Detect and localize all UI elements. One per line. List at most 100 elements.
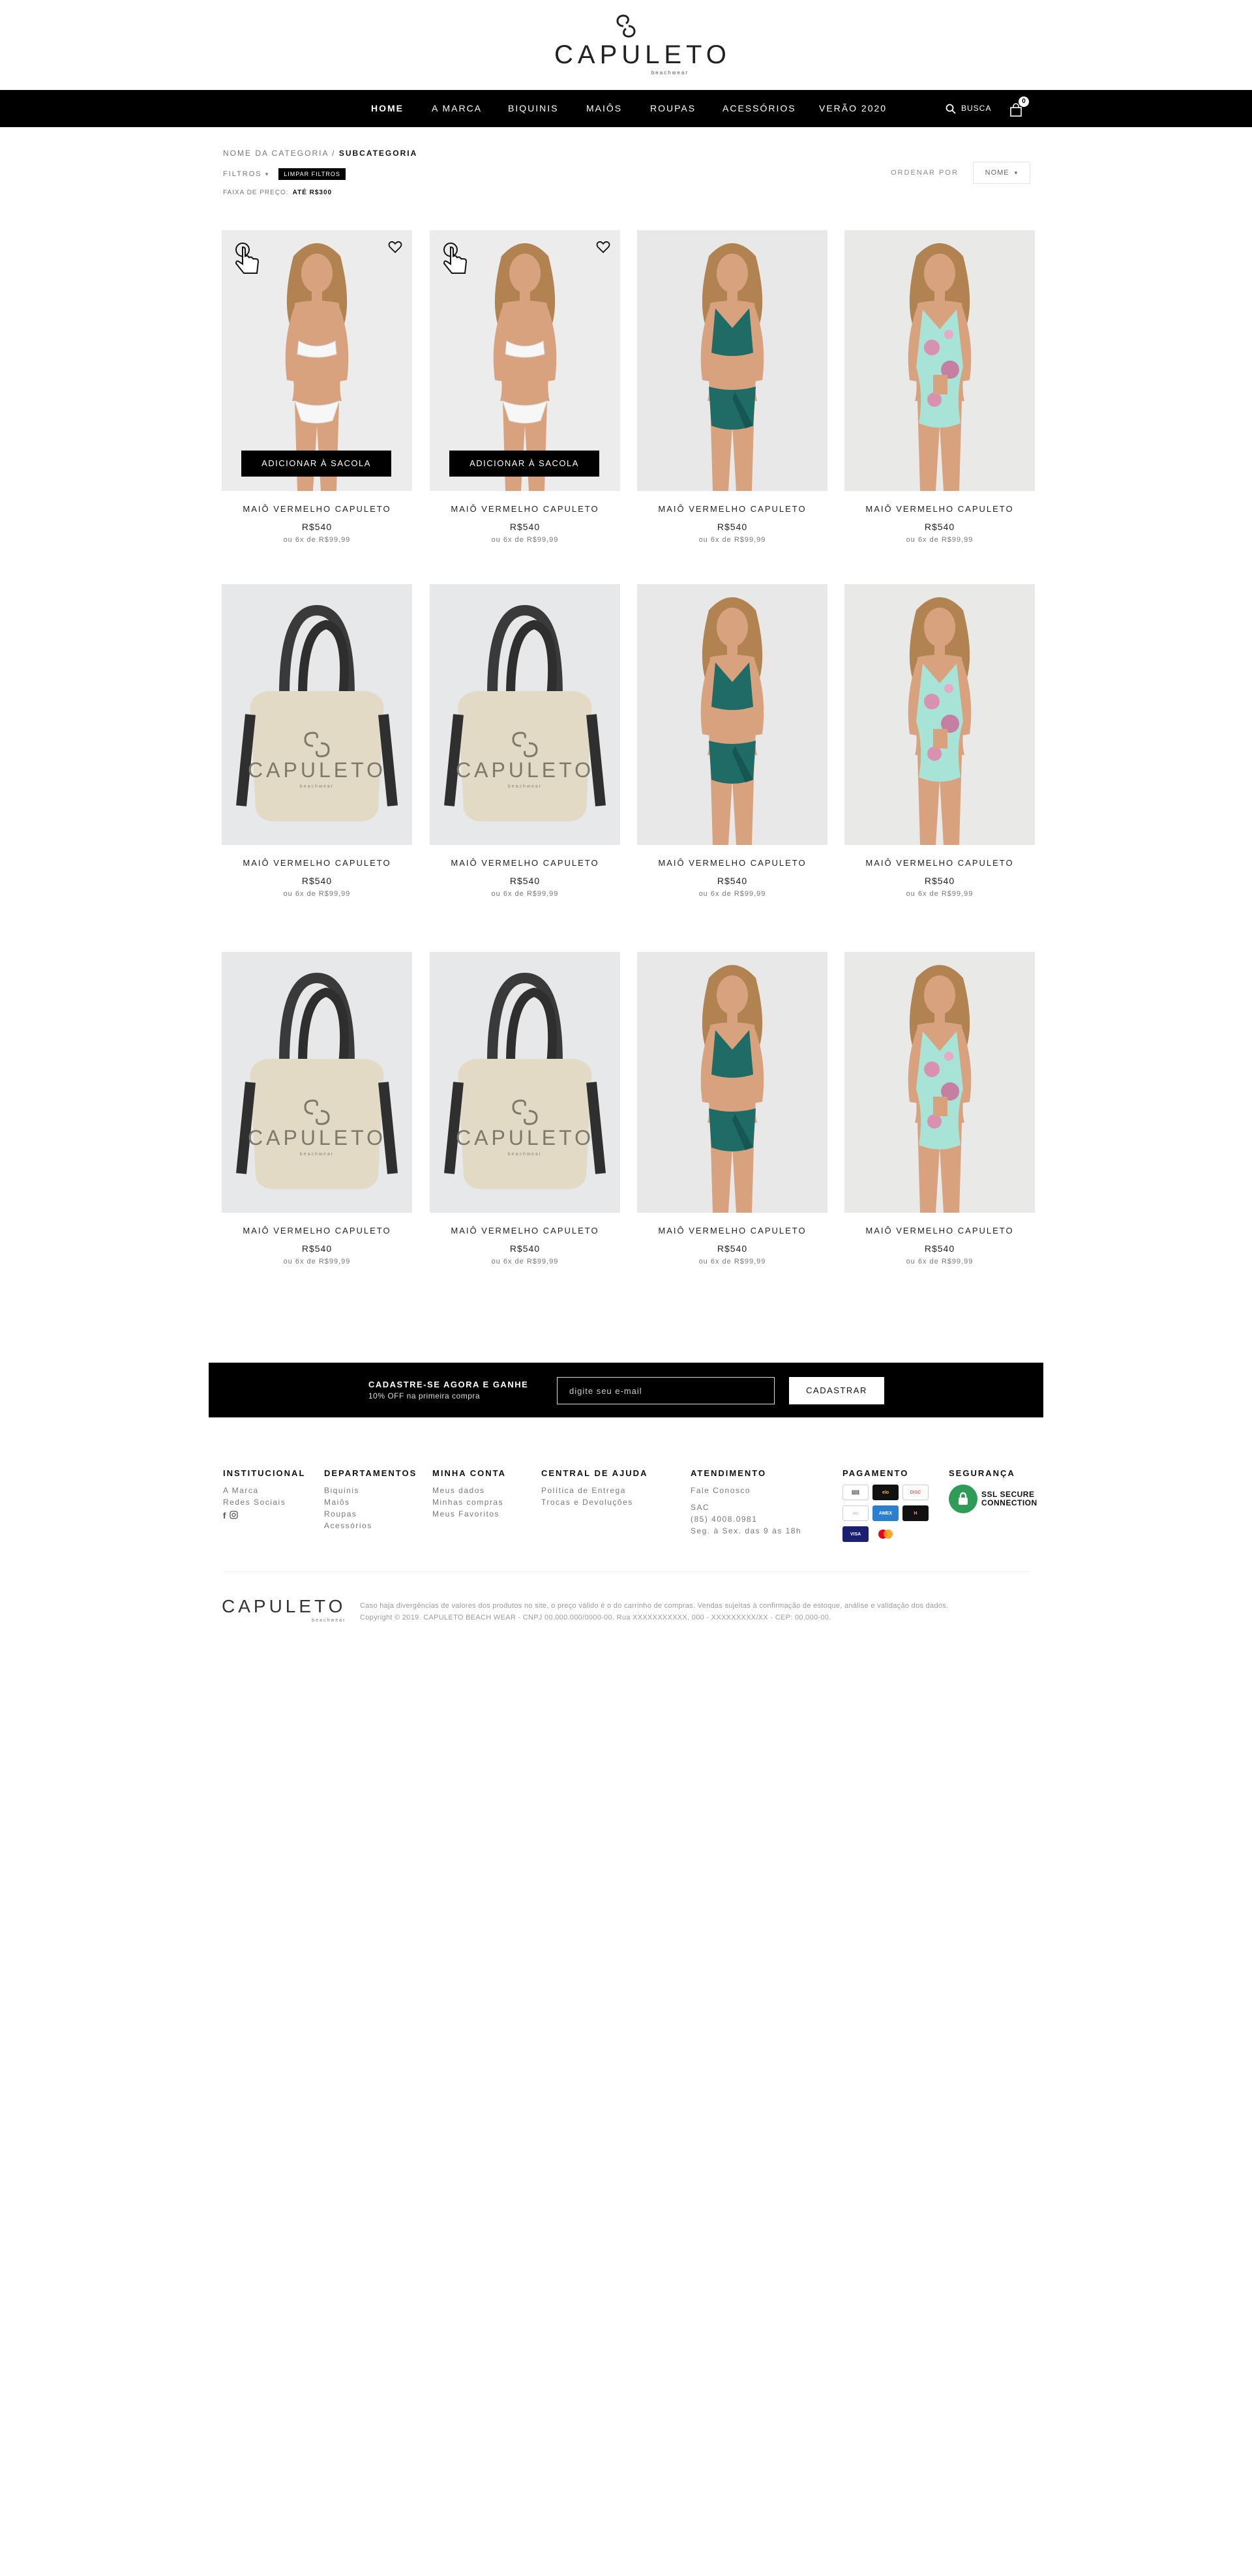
newsletter-email-input[interactable]: [557, 1377, 775, 1404]
product-image[interactable]: [637, 230, 827, 491]
legal-line-2: Copyright © 2019. CAPULETO BEACH WEAR - …: [360, 1614, 831, 1621]
product-card[interactable]: ADICIONAR À SACOLA MAIÔ VERMELHO CAPULETO…: [222, 230, 412, 544]
product-name[interactable]: MAIÔ VERMELHO CAPULETO: [844, 504, 1035, 514]
legal-notice: Caso haja divergências de valores dos pr…: [360, 1600, 949, 1623]
shopping-bag-button[interactable]: 0: [1009, 96, 1029, 117]
bag-count-badge: 0: [1019, 96, 1029, 107]
footer-central-ajuda: CENTRAL DE AJUDA Política de Entrega Tro…: [541, 1468, 648, 1508]
breadcrumb-current: SUBCATEGORIA: [338, 149, 418, 158]
nav-item-biquinis[interactable]: BIQUINIS: [508, 90, 558, 127]
product-image[interactable]: [844, 584, 1035, 845]
search-button[interactable]: BUSCA: [946, 90, 991, 127]
product-image[interactable]: CAPULETO beachwear: [222, 952, 412, 1213]
favorite-heart-icon[interactable]: [387, 239, 403, 255]
product-name[interactable]: MAIÔ VERMELHO CAPULETO: [430, 1226, 620, 1236]
product-card[interactable]: MAIÔ VERMELHO CAPULETO R$540 ou 6x de R$99…: [637, 584, 827, 898]
product-name[interactable]: MAIÔ VERMELHO CAPULETO: [222, 1226, 412, 1236]
footer-logo[interactable]: CAPULETO beachwear: [222, 1596, 346, 1623]
product-image[interactable]: CAPULETO beachwear: [430, 952, 620, 1213]
add-to-bag-button[interactable]: ADICIONAR À SACOLA: [449, 451, 599, 477]
svg-text:beachwear: beachwear: [508, 784, 542, 789]
product-card[interactable]: MAIÔ VERMELHO CAPULETO R$540 ou 6x de R$99…: [844, 584, 1035, 898]
boleto-icon: ||||||: [842, 1485, 869, 1500]
footer-departamentos: DEPARTAMENTOS Biquinis Maiôs Roupas Aces…: [324, 1468, 417, 1532]
product-price: R$540: [301, 876, 333, 886]
product-card[interactable]: MAIÔ VERMELHO CAPULETO R$540 ou 6x de R$99…: [844, 230, 1035, 544]
product-card[interactable]: CAPULETO beachwear MAIÔ VERMELHO CAPULETO R…: [222, 952, 412, 1266]
newsletter-submit-button[interactable]: CADASTRAR: [789, 1377, 884, 1404]
footer-link-meus-favoritos[interactable]: Meus Favoritos: [432, 1508, 506, 1520]
product-image[interactable]: [637, 952, 827, 1213]
svg-text:CAPULETO: CAPULETO: [248, 1126, 386, 1149]
product-name[interactable]: MAIÔ VERMELHO CAPULETO: [430, 858, 620, 868]
brand-logo[interactable]: CAPULETO beachwear: [554, 13, 731, 78]
breadcrumb-parent[interactable]: NOME DA CATEGORIA /: [223, 149, 335, 158]
product-card[interactable]: MAIÔ VERMELHO CAPULETO R$540 ou 6x de R$99…: [844, 952, 1035, 1266]
nav-item-maios[interactable]: MAIÔS: [586, 90, 622, 127]
product-name[interactable]: MAIÔ VERMELHO CAPULETO: [222, 504, 412, 514]
footer-link-politica-entrega[interactable]: Política de Entrega: [541, 1485, 648, 1496]
product-card[interactable]: CAPULETO beachwear MAIÔ VERMELHO CAPULETO R…: [430, 952, 620, 1266]
footer-link-a-marca[interactable]: A Marca: [223, 1485, 305, 1496]
svg-text:beachwear: beachwear: [300, 784, 334, 789]
product-card[interactable]: MAIÔ VERMELHO CAPULETO R$540 ou 6x de R$99…: [637, 952, 827, 1266]
nav-item-roupas[interactable]: ROUPAS: [650, 90, 696, 127]
filters-dropdown[interactable]: FILTROS ▾: [223, 170, 269, 178]
product-name[interactable]: MAIÔ VERMELHO CAPULETO: [637, 504, 827, 514]
product-name[interactable]: MAIÔ VERMELHO CAPULETO: [637, 1226, 827, 1236]
discover-icon: DISC: [902, 1485, 929, 1500]
product-image[interactable]: CAPULETO beachwear: [430, 584, 620, 845]
footer-link-biquinis[interactable]: Biquinis: [324, 1485, 417, 1496]
chevron-down-icon: ▾: [1014, 169, 1019, 176]
product-installment: ou 6x de R$99,99: [698, 890, 766, 898]
brand-tagline: beachwear: [651, 70, 689, 76]
facebook-icon[interactable]: f: [223, 1511, 226, 1520]
nav-item-verao-2020[interactable]: VERÃO 2020: [819, 90, 887, 127]
pointer-hand-icon: [233, 242, 262, 276]
footer-link-trocas-devolucoes[interactable]: Trocas e Devoluções: [541, 1496, 648, 1508]
nav-item-home[interactable]: HOME: [371, 90, 404, 127]
favorite-heart-icon[interactable]: [595, 239, 611, 255]
product-price: R$540: [509, 522, 541, 532]
product-image[interactable]: [637, 584, 827, 845]
product-name[interactable]: MAIÔ VERMELHO CAPULETO: [637, 858, 827, 868]
product-image[interactable]: ADICIONAR À SACOLA: [222, 230, 412, 491]
product-installment: ou 6x de R$99,99: [491, 536, 559, 544]
product-image[interactable]: ADICIONAR À SACOLA: [430, 230, 620, 491]
brand-name: CAPULETO: [554, 40, 731, 69]
clear-filters-button[interactable]: LIMPAR FILTROS: [278, 168, 346, 180]
product-name[interactable]: MAIÔ VERMELHO CAPULETO: [844, 1226, 1035, 1236]
footer-link-maios[interactable]: Maiôs: [324, 1496, 417, 1508]
footer-link-acessorios[interactable]: Acessórios: [324, 1520, 417, 1532]
product-image[interactable]: CAPULETO beachwear: [222, 584, 412, 845]
product-image[interactable]: [844, 230, 1035, 491]
nav-item-acessorios[interactable]: ACESSÓRIOS: [723, 90, 796, 127]
product-card[interactable]: MAIÔ VERMELHO CAPULETO R$540 ou 6x de R$99…: [637, 230, 827, 544]
footer-link-minhas-compras[interactable]: Minhas compras: [432, 1496, 506, 1508]
product-card[interactable]: CAPULETO beachwear MAIÔ VERMELHO CAPULETO R…: [222, 584, 412, 898]
product-name[interactable]: MAIÔ VERMELHO CAPULETO: [430, 504, 620, 514]
sort-select[interactable]: NOME ▾: [972, 162, 1030, 184]
product-image[interactable]: [844, 952, 1035, 1213]
footer-link-fale-conosco[interactable]: Fale Conosco: [691, 1485, 801, 1496]
nav-item-a-marca[interactable]: A MARCA: [432, 90, 482, 127]
footer-link-roupas[interactable]: Roupas: [324, 1508, 417, 1520]
product-name[interactable]: MAIÔ VERMELHO CAPULETO: [222, 858, 412, 868]
sort-label: ORDENAR POR: [891, 169, 959, 177]
site-header: CAPULETO beachwear: [0, 0, 1252, 90]
elo-icon: elo: [872, 1485, 899, 1500]
product-name[interactable]: MAIÔ VERMELHO CAPULETO: [844, 858, 1035, 868]
footer-phone[interactable]: (85) 4008.0981: [691, 1513, 801, 1525]
footer-seguranca: SEGURANÇA SSL SECURE CONNECTION: [949, 1468, 1037, 1513]
product-installment: ou 6x de R$99,99: [698, 1258, 766, 1266]
product-card[interactable]: CAPULETO beachwear MAIÔ VERMELHO CAPULETO R…: [430, 584, 620, 898]
footer-link-redes-sociais[interactable]: Redes Sociais: [223, 1496, 305, 1508]
product-card[interactable]: ADICIONAR À SACOLA MAIÔ VERMELHO CAPULETO…: [430, 230, 620, 544]
footer-link-meus-dados[interactable]: Meus dados: [432, 1485, 506, 1496]
product-installment: ou 6x de R$99,99: [283, 890, 351, 898]
newsletter-subtitle: 10% OFF na primeira compra: [368, 1391, 481, 1400]
footer-heading: PAGAMENTO: [842, 1468, 909, 1478]
instagram-icon[interactable]: [230, 1511, 238, 1519]
newsletter-banner: CADASTRE-SE AGORA E GANHE 10% OFF na pri…: [209, 1363, 1043, 1417]
add-to-bag-button[interactable]: ADICIONAR À SACOLA: [241, 451, 391, 477]
